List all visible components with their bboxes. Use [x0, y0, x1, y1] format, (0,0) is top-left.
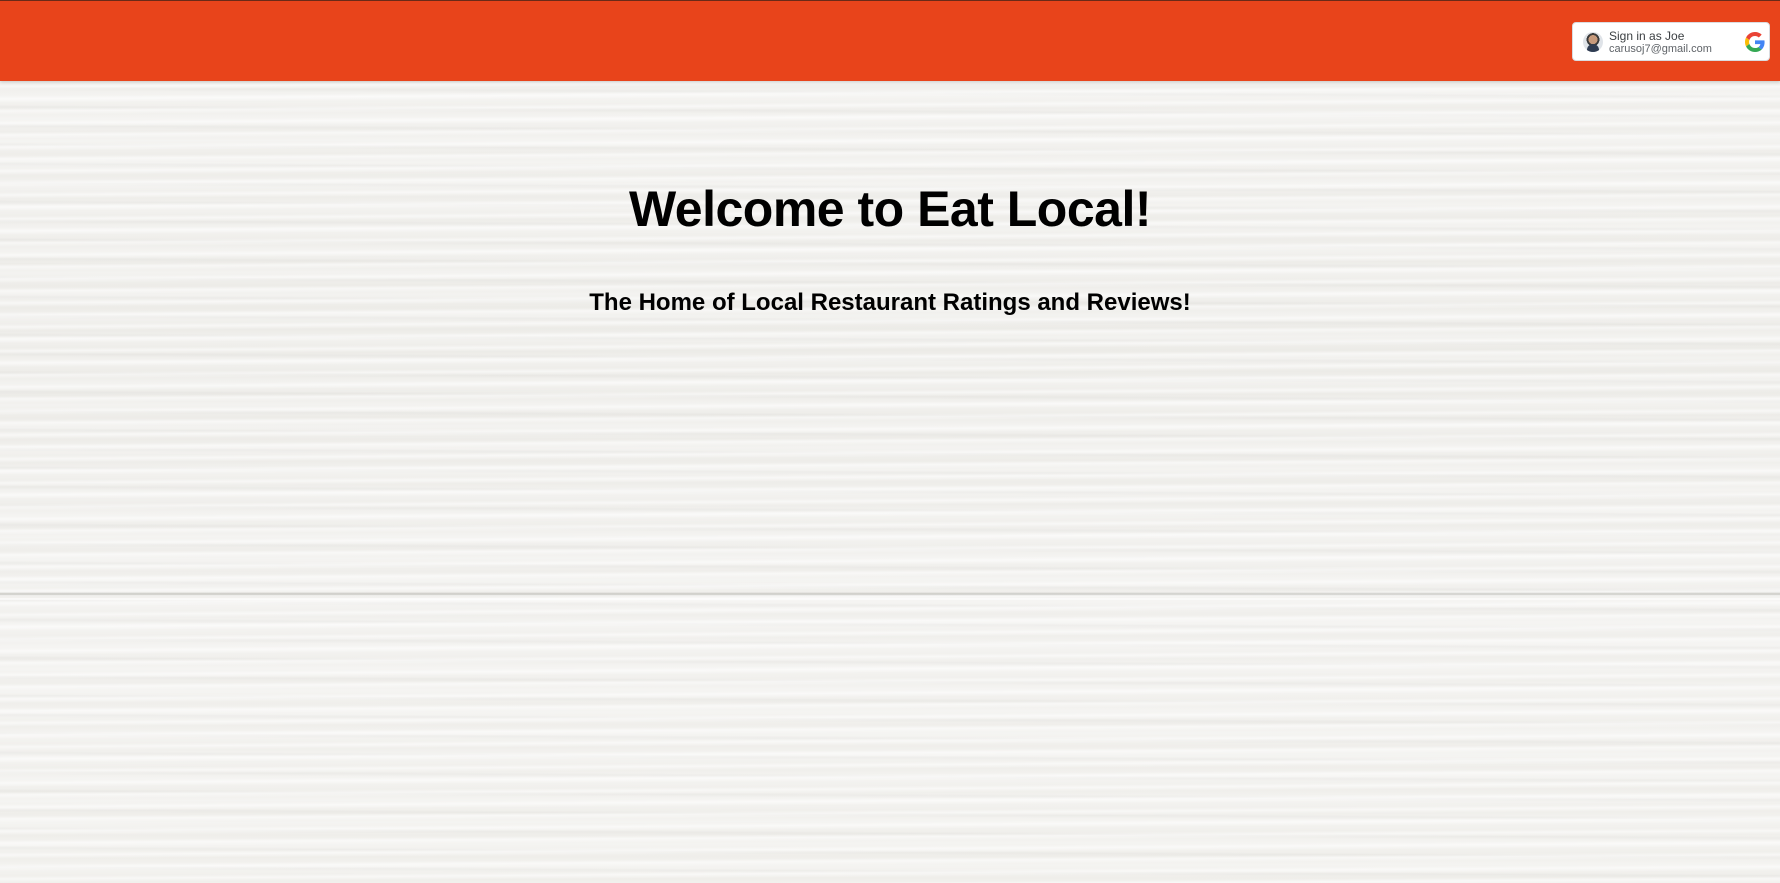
page-title: Welcome to Eat Local!	[628, 181, 1152, 237]
sign-in-name-label: Sign in as Joe	[1609, 29, 1685, 43]
user-avatar	[1583, 32, 1603, 52]
sign-in-email-label: carusoj7@gmail.com	[1609, 43, 1712, 55]
wood-plank-seam	[0, 592, 1780, 596]
top-header-bar: Sign in as Joe carusoj7@gmail.com	[0, 0, 1780, 81]
page-subtitle: The Home of Local Restaurant Ratings and…	[589, 289, 1191, 316]
google-sign-in-button[interactable]: Sign in as Joe carusoj7@gmail.com	[1572, 22, 1770, 61]
wood-plank-seam-highlight	[0, 598, 1780, 600]
google-g-icon	[1745, 32, 1765, 52]
